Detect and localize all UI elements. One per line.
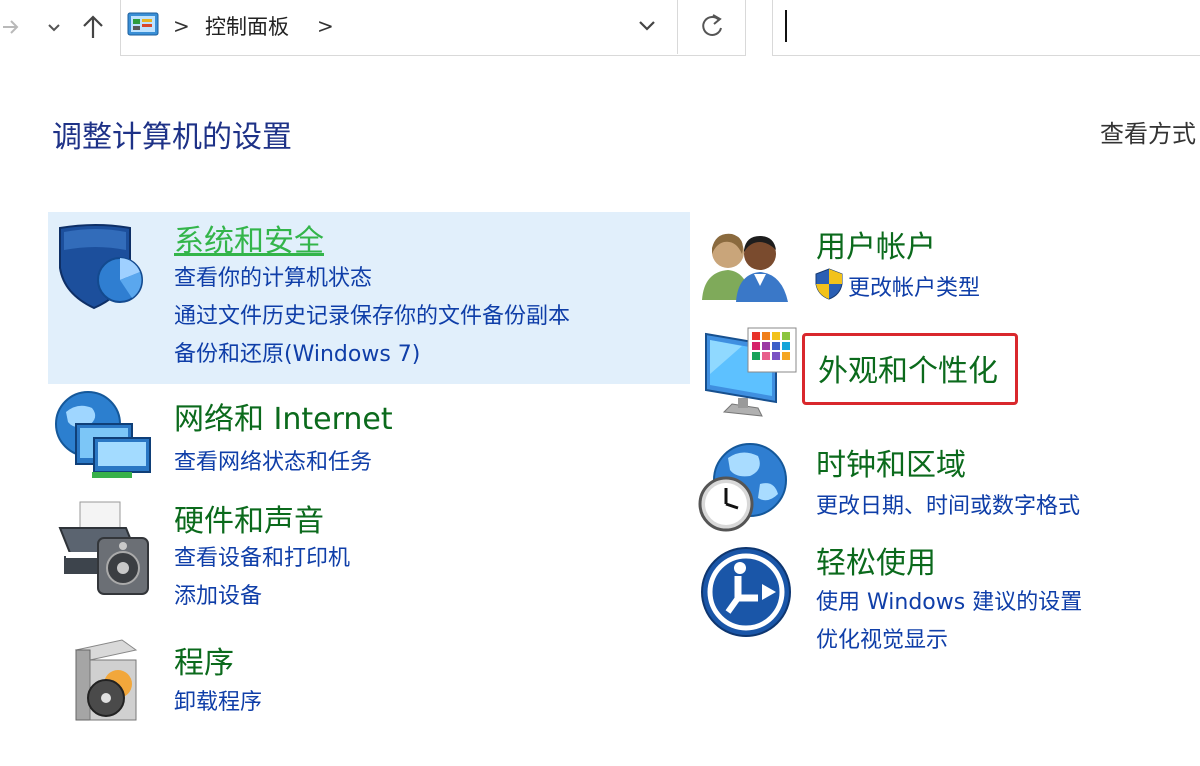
navigation-toolbar: > 控制面板 > bbox=[0, 0, 1200, 58]
view-by-label[interactable]: 查看方式 bbox=[1100, 114, 1196, 149]
link-backup-restore[interactable]: 备份和还原(Windows 7) bbox=[174, 336, 420, 368]
category-title[interactable]: 程序 bbox=[174, 638, 234, 682]
search-box[interactable] bbox=[772, 0, 1200, 56]
printer-speaker-icon bbox=[58, 501, 149, 595]
category-title[interactable]: 硬件和声音 bbox=[174, 496, 324, 540]
breadcrumb-separator[interactable]: > bbox=[173, 14, 190, 38]
up-button[interactable] bbox=[76, 8, 110, 46]
network-globe-icon bbox=[55, 391, 151, 478]
category-title[interactable]: 系统和安全 bbox=[174, 216, 324, 260]
search-input[interactable] bbox=[773, 0, 1193, 52]
link-file-history-backup[interactable]: 通过文件历史记录保存你的文件备份副本 bbox=[174, 298, 570, 330]
link-add-device[interactable]: 添加设备 bbox=[174, 578, 262, 610]
category-title[interactable]: 轻松使用 bbox=[816, 538, 936, 582]
ease-of-access-icon bbox=[701, 547, 791, 637]
link-view-computer-status[interactable]: 查看你的计算机状态 bbox=[174, 260, 372, 292]
breadcrumb-control-panel[interactable]: 控制面板 bbox=[205, 11, 289, 41]
arrow-right-icon bbox=[3, 20, 19, 34]
globe-clock-icon bbox=[698, 443, 787, 532]
annotation-highlight-box bbox=[802, 333, 1018, 405]
category-title[interactable]: 用户帐户 bbox=[816, 222, 936, 266]
link-uninstall-program[interactable]: 卸载程序 bbox=[174, 684, 262, 716]
programs-box-icon bbox=[74, 639, 138, 721]
refresh-icon[interactable] bbox=[699, 12, 727, 40]
link-optimize-visual-display[interactable]: 优化视觉显示 bbox=[816, 622, 948, 654]
link-windows-recommended-settings[interactable]: 使用 Windows 建议的设置 bbox=[816, 584, 1082, 616]
link-network-status[interactable]: 查看网络状态和任务 bbox=[174, 444, 372, 476]
breadcrumb-separator[interactable]: > bbox=[317, 14, 334, 38]
shield-icon bbox=[59, 224, 143, 310]
users-icon bbox=[702, 233, 788, 302]
link-change-account-type[interactable]: 更改帐户类型 bbox=[848, 270, 980, 302]
arrow-up-icon bbox=[83, 15, 103, 38]
forward-button[interactable] bbox=[0, 8, 22, 46]
uac-shield-icon bbox=[815, 268, 843, 300]
link-devices-printers[interactable]: 查看设备和打印机 bbox=[174, 540, 350, 572]
category-title[interactable]: 网络和 Internet bbox=[174, 394, 393, 438]
page-title: 调整计算机的设置 bbox=[52, 120, 292, 155]
link-change-date-time-format[interactable]: 更改日期、时间或数字格式 bbox=[816, 488, 1080, 520]
address-dropdown-icon[interactable] bbox=[635, 15, 659, 35]
control-panel-icon bbox=[127, 12, 159, 36]
divider bbox=[677, 0, 678, 54]
recent-locations-button[interactable] bbox=[40, 8, 68, 46]
address-bar[interactable]: > 控制面板 > bbox=[120, 0, 746, 56]
chevron-down-icon bbox=[48, 24, 60, 32]
monitor-palette-icon bbox=[705, 327, 797, 417]
category-title[interactable]: 时钟和区域 bbox=[816, 440, 966, 484]
